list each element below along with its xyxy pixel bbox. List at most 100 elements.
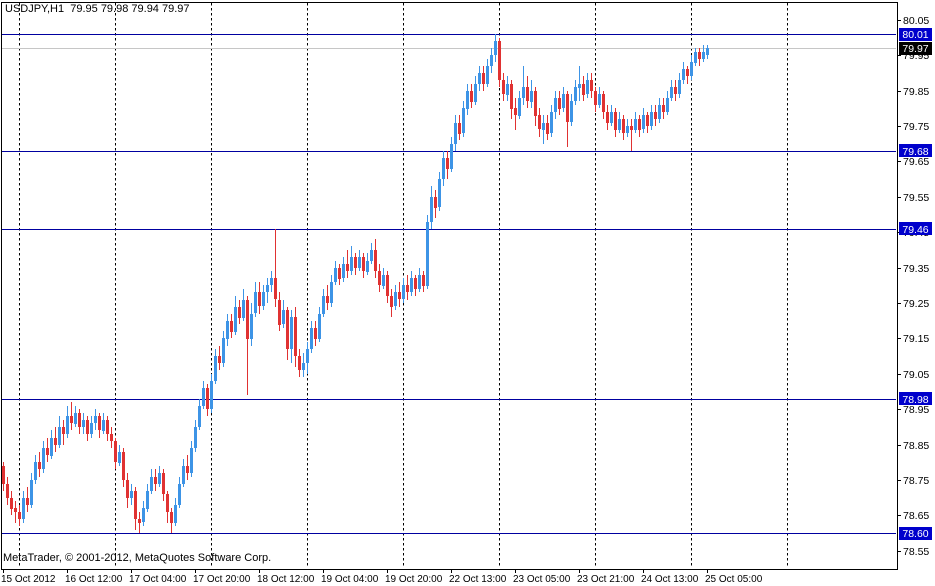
candle-body-bull [402, 285, 405, 299]
candle-body-bull [178, 484, 181, 505]
candle-body-bull [382, 275, 385, 286]
candle-body-bear [686, 69, 689, 76]
candle-body-bull [478, 73, 481, 84]
y-axis-label: 80.05 [903, 15, 929, 27]
candle-body-bear [6, 484, 9, 498]
current-price-badge-label: 79.97 [902, 43, 928, 55]
candle-body-bull [58, 427, 61, 445]
candle-body-bull [306, 349, 309, 363]
x-axis-label: 17 Oct 20:00 [193, 574, 251, 585]
candle-body-bull [598, 94, 601, 105]
candle-body-bear [186, 466, 189, 473]
candle-body-bear [26, 498, 29, 505]
candle-body-bull [146, 491, 149, 509]
price-level-badge-label: 80.01 [902, 29, 928, 41]
candle-body-bear [2, 466, 5, 484]
candle-body-bear [154, 477, 157, 484]
candle-body-bear [62, 427, 65, 434]
y-axis-label: 78.65 [903, 510, 929, 522]
candle-body-bear [294, 317, 297, 356]
candle-body-bear [386, 275, 389, 296]
candle-body-bull [50, 438, 53, 456]
candle-body-bull [118, 452, 121, 463]
candle-body-bull [174, 505, 177, 523]
candle-body-bull [658, 105, 661, 119]
candle-body-bear [594, 91, 597, 105]
candle-body-bear [510, 84, 513, 109]
candle-body-bear [654, 112, 657, 119]
candle-body-bull [702, 52, 705, 59]
candle-body-bull [194, 427, 197, 448]
candle-body-bear [162, 473, 165, 494]
y-axis-label: 79.85 [903, 86, 929, 98]
candle-body-bull [522, 87, 525, 98]
candle-body-bull [570, 101, 573, 122]
candle-body-bear [558, 98, 561, 109]
candle-body-bear [54, 438, 57, 445]
candle-body-bear [246, 300, 249, 339]
candle-body-bear [662, 105, 665, 112]
candle-body-bear [458, 123, 461, 134]
candle-body-bear [434, 197, 437, 208]
candle-body-bull [342, 264, 345, 278]
candle-body-bull [30, 480, 33, 505]
candle-body-bull [66, 416, 69, 434]
candle-body-bear [114, 441, 117, 462]
candle-body-bear [606, 112, 609, 123]
candle-body-bear [314, 328, 317, 339]
candle-body-bull [690, 62, 693, 76]
candle-body-bear [46, 448, 49, 455]
chart-canvas[interactable]: 80.0579.9579.8579.7579.6579.5579.4579.35… [0, 0, 935, 586]
candle-body-bull [426, 222, 429, 286]
candle-body-bear [286, 310, 289, 349]
candle-body-bull [214, 356, 217, 381]
candle-body-bull [574, 87, 577, 101]
candle-body-bull [550, 112, 553, 133]
candle-body-bear [138, 519, 141, 523]
candle-body-bull [290, 317, 293, 349]
candle-body-bull [670, 87, 673, 98]
candle-body-bear [274, 278, 277, 299]
candle-body-bull [190, 448, 193, 473]
candle-body-bull [330, 282, 333, 303]
candle-body-bull [42, 448, 45, 469]
candle-body-bear [258, 292, 261, 306]
x-axis-label: 19 Oct 20:00 [385, 574, 443, 585]
candle-body-bear [674, 87, 677, 94]
candle-body-bull [302, 363, 305, 370]
candle-body-bear [470, 91, 473, 102]
candle-body-bear [18, 512, 21, 519]
candle-body-bull [366, 261, 369, 272]
candle-body-bear [238, 307, 241, 318]
candle-body-bear [446, 158, 449, 169]
candle-body-bear [646, 115, 649, 126]
candle-body-bull [542, 123, 545, 130]
candle-body-bull [370, 250, 373, 261]
quote-header: USDJPY,H1 79.95 79.98 79.94 79.97 [5, 3, 190, 15]
price-level-badge-label: 78.98 [902, 394, 928, 406]
candle-body-bull [234, 307, 237, 332]
y-axis-label: 78.75 [903, 475, 929, 487]
candle-body-bull [650, 112, 653, 126]
candle-body-bull [358, 257, 361, 268]
candle-body-bull [142, 508, 145, 522]
candle-body-bull [430, 197, 433, 222]
candle-body-bull [626, 126, 629, 133]
candle-body-bull [562, 94, 565, 108]
candle-body-bear [126, 480, 129, 498]
candle-body-bull [642, 115, 645, 129]
candle-body-bull [694, 52, 697, 63]
x-axis-label: 18 Oct 12:00 [257, 574, 315, 585]
x-axis-label: 24 Oct 13:00 [641, 574, 699, 585]
x-axis-label: 17 Oct 04:00 [129, 574, 187, 585]
candle-body-bull [442, 158, 445, 179]
candle-body-bear [106, 420, 109, 434]
candle-body-bull [22, 498, 25, 519]
candle-body-bull [466, 91, 469, 109]
candle-body-bear [346, 264, 349, 271]
y-axis-label: 79.35 [903, 263, 929, 275]
candle-body-bear [86, 420, 89, 434]
plot-frame [2, 3, 898, 570]
candle-body-bull [410, 278, 413, 292]
x-axis-label: 15 Oct 2012 [1, 574, 56, 585]
